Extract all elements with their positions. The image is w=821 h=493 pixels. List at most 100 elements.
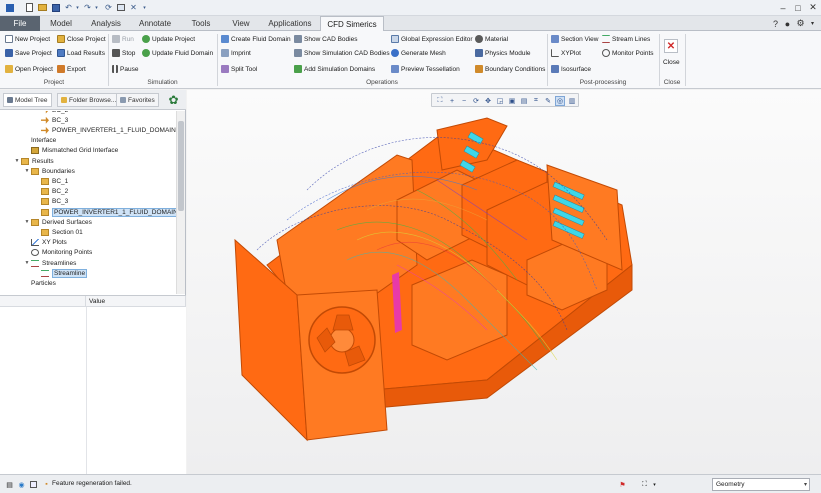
section-view-button[interactable]: Section View: [551, 33, 598, 45]
tab-annotate[interactable]: Annotate: [132, 16, 178, 31]
tab-model-tree[interactable]: Model Tree: [3, 93, 52, 107]
tree-node-label: BC_3: [52, 116, 69, 124]
tree-node[interactable]: Interface: [24, 136, 56, 146]
tab-folder-browser[interactable]: Folder Browse...: [57, 93, 121, 107]
settings-dropdown-icon[interactable]: ▾: [807, 18, 818, 29]
minimize-icon[interactable]: –: [776, 1, 790, 14]
material-button[interactable]: Material: [475, 33, 508, 45]
settings-icon[interactable]: ⚙: [795, 18, 806, 29]
tree-node[interactable]: BC_3: [34, 115, 68, 125]
tree-node[interactable]: POWER_INVERTER1_1_FLUID_DOMAIN: [34, 207, 176, 217]
help-icon[interactable]: ?: [770, 18, 781, 29]
show-cad-bodies-button[interactable]: Show CAD Bodies: [294, 33, 357, 45]
tree-node[interactable]: BC_1: [34, 176, 68, 186]
update-project-button[interactable]: Update Project: [142, 33, 195, 45]
more-icon[interactable]: ▾: [139, 2, 150, 13]
expand-arrow-icon[interactable]: ▼: [14, 158, 20, 164]
scrollbar-thumb[interactable]: [178, 121, 184, 211]
tree-node[interactable]: XY Plots: [24, 238, 67, 248]
tab-file[interactable]: File: [0, 16, 40, 31]
tab-applications[interactable]: Applications: [261, 16, 319, 31]
physics-module-button[interactable]: Physics Module: [475, 47, 531, 59]
close-button[interactable]: Close: [663, 56, 680, 68]
graphics-viewport[interactable]: ⛶ + − ⟳ ✥ ◲ ▣ ▤ ⌗ ✎ ◎ ▥: [187, 90, 821, 474]
export-button[interactable]: Export: [57, 63, 86, 75]
monitor-points-button[interactable]: Monitor Points: [602, 47, 654, 59]
tree-node-label: Boundaries: [42, 167, 75, 175]
expand-arrow-icon[interactable]: ▼: [24, 260, 30, 266]
pause-button[interactable]: Pause: [112, 63, 138, 75]
create-fluid-domain-button[interactable]: Create Fluid Domain: [221, 33, 291, 45]
close-window-icon[interactable]: ✕: [128, 2, 139, 13]
tree-node[interactable]: ▼ Boundaries: [24, 166, 75, 176]
isosurface-icon: [551, 65, 559, 73]
stream-lines-button[interactable]: Stream Lines: [602, 33, 650, 45]
expand-arrow-icon[interactable]: ▼: [24, 219, 30, 225]
folder-icon: [41, 198, 49, 206]
show-simulation-cad-bodies-button[interactable]: Show Simulation CAD Bodies: [294, 47, 390, 59]
status-fullscreen-icon[interactable]: [29, 480, 38, 489]
new-icon[interactable]: [24, 2, 35, 13]
selection-filter-icon[interactable]: ⛶: [640, 480, 649, 489]
imprint-button[interactable]: Imprint: [221, 47, 251, 59]
generate-mesh-button[interactable]: Generate Mesh: [391, 47, 446, 59]
expand-arrow-icon[interactable]: ▼: [24, 168, 30, 174]
close-app-icon[interactable]: ✕: [806, 1, 820, 14]
open-project-button[interactable]: Open Project: [5, 63, 53, 75]
open-icon[interactable]: [37, 2, 48, 13]
property-value-header[interactable]: Value: [86, 296, 186, 307]
add-simulation-domains-button[interactable]: Add Simulation Domains: [294, 63, 375, 75]
isosurface-button[interactable]: Isosurface: [551, 63, 591, 75]
power-inverter-model[interactable]: [187, 90, 821, 474]
tree-node[interactable]: Particles: [24, 278, 56, 288]
xyplot-button[interactable]: XYPlot: [551, 47, 581, 59]
tab-analysis[interactable]: Analysis: [83, 16, 129, 31]
tree-node[interactable]: BC_3: [34, 197, 68, 207]
tree-node[interactable]: Streamline: [34, 268, 88, 278]
tab-favorites[interactable]: Favorites: [116, 93, 159, 107]
tree-node[interactable]: ▼ Derived Surfaces: [24, 217, 92, 227]
boundary-conditions-button[interactable]: Boundary Conditions: [475, 63, 545, 75]
redo-dropdown-icon[interactable]: ▾: [91, 2, 102, 13]
save-project-button[interactable]: Save Project: [5, 47, 52, 59]
simerics-logo-icon[interactable]: ✿: [166, 93, 181, 107]
tree-node[interactable]: ▼ Streamlines: [24, 258, 76, 268]
selection-filter-select[interactable]: Geometry ▾: [712, 478, 810, 491]
tab-tools[interactable]: Tools: [181, 16, 221, 31]
tree-node[interactable]: POWER_INVERTER1_1_FLUID_DOMAIN: [34, 125, 176, 135]
update-fluid-domain-button[interactable]: Update Fluid Domain: [142, 47, 213, 59]
regenerate-icon[interactable]: ⟳: [103, 2, 114, 13]
close-project-button[interactable]: Close Project: [57, 33, 106, 45]
tree-scrollbar[interactable]: [176, 111, 185, 294]
new-project-button[interactable]: New Project: [5, 33, 50, 45]
tree-node[interactable]: ▼ Results: [14, 156, 54, 166]
tree-node[interactable]: Monitoring Points: [24, 248, 92, 258]
stop-button[interactable]: Stop: [112, 47, 135, 59]
save-icon[interactable]: [50, 2, 61, 13]
flag-icon[interactable]: ⚑: [618, 480, 627, 489]
tree-node[interactable]: Mismatched Grid Interface: [24, 146, 118, 156]
windows-icon[interactable]: [115, 2, 126, 13]
tab-cfd-simerics[interactable]: CFD Simerics: [320, 16, 384, 32]
tab-model[interactable]: Model: [42, 16, 80, 31]
run-button[interactable]: Run: [112, 33, 134, 45]
split-tool-button[interactable]: Split Tool: [221, 63, 257, 75]
user-icon[interactable]: ●: [782, 18, 793, 29]
app-icon[interactable]: [4, 2, 15, 13]
load-results-button[interactable]: Load Results: [57, 47, 105, 59]
tab-view[interactable]: View: [224, 16, 258, 31]
create-fluid-domain-icon: [221, 35, 229, 43]
global-expression-editor-button[interactable]: Global Expression Editor: [391, 33, 473, 45]
update-project-icon: [142, 35, 150, 43]
tree-node[interactable]: BC_2: [34, 187, 68, 197]
property-name-header[interactable]: [0, 296, 86, 307]
close-icon[interactable]: ✕: [664, 39, 678, 53]
status-nav-icon[interactable]: ◉: [17, 480, 26, 489]
message-log-icon[interactable]: ▤: [5, 480, 14, 489]
maximize-icon[interactable]: □: [791, 1, 805, 14]
add-simulation-domains-icon: [294, 65, 302, 73]
selection-dropdown-icon[interactable]: ▾: [650, 480, 659, 489]
save-project-icon: [5, 49, 13, 57]
tree-node[interactable]: Section 01: [34, 227, 83, 237]
preview-tessellation-button[interactable]: Preview Tessellation: [391, 63, 460, 75]
